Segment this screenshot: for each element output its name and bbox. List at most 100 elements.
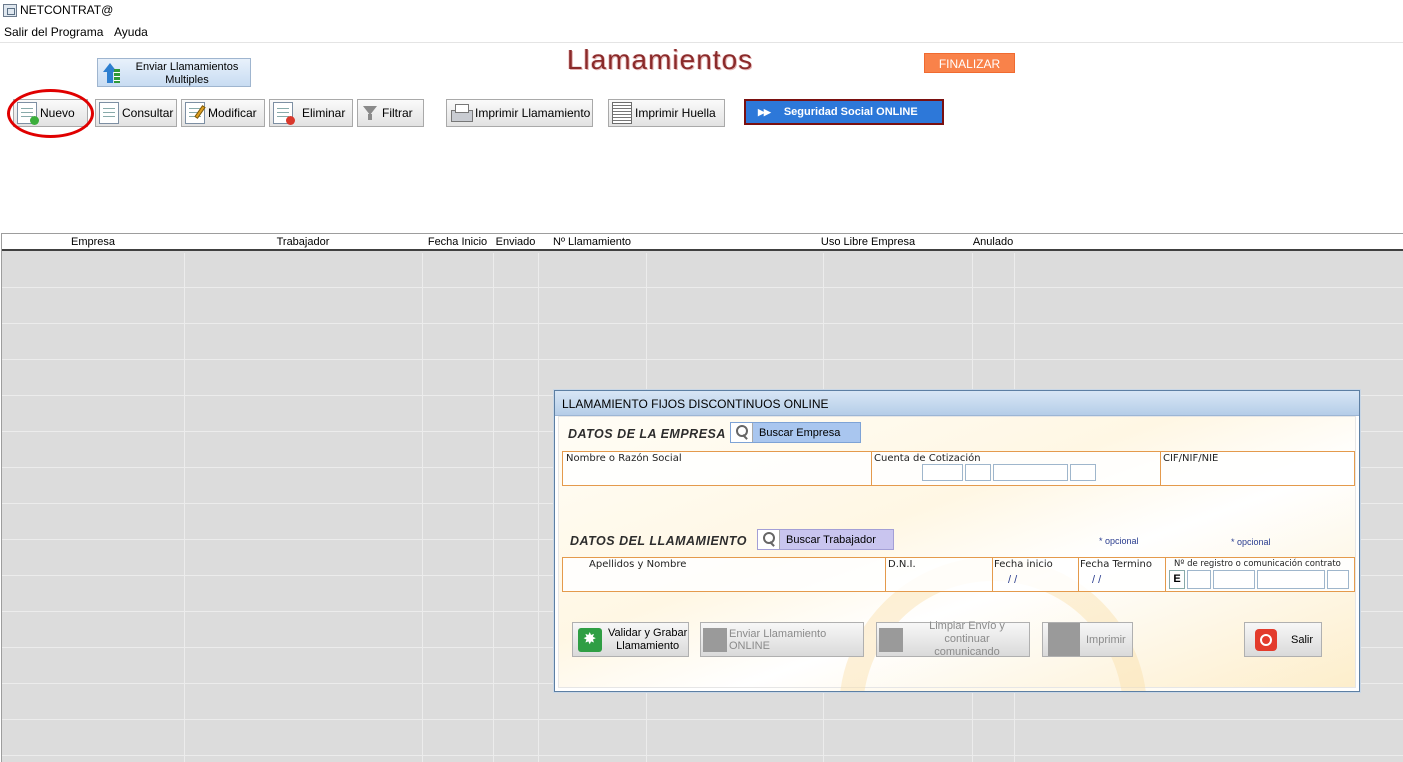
llamamiento-fields: Apellidos y Nombre D.N.I. Fecha inicio /… bbox=[562, 557, 1355, 592]
table-column-divider bbox=[184, 253, 185, 762]
apellidos-nombre-label: Apellidos y Nombre bbox=[589, 559, 687, 570]
menu-ayuda[interactable]: Ayuda bbox=[114, 25, 148, 39]
limpiar-envio-button[interactable]: Limpiar Envío y continuar comunicando bbox=[876, 620, 1030, 658]
table-row-divider bbox=[2, 719, 1403, 720]
nombre-razon-social-label: Nombre o Razón Social bbox=[566, 453, 682, 464]
buscar-empresa-button[interactable]: Buscar Empresa bbox=[730, 422, 861, 443]
fecha-inicio-value: / / bbox=[1008, 574, 1018, 586]
validate-icon bbox=[578, 627, 602, 652]
finalizar-button[interactable]: FINALIZAR bbox=[924, 53, 1015, 73]
table-column-divider bbox=[538, 253, 539, 762]
table-row-divider bbox=[2, 755, 1403, 756]
llamamiento-section-title: DATOS DEL LLAMAMIENTO bbox=[570, 534, 747, 548]
delete-document-icon bbox=[273, 102, 295, 125]
seguridad-social-online-button[interactable]: ▶▶ Seguridad Social ONLINE bbox=[744, 99, 944, 125]
limpiar-label-line2: comunicando bbox=[934, 646, 1000, 658]
registro-part3-input[interactable] bbox=[1257, 570, 1325, 589]
llamamiento-dialog: LLAMAMIENTO FIJOS DISCONTINUOS ONLINE DA… bbox=[554, 390, 1360, 692]
dni-field[interactable]: D.N.I. bbox=[886, 558, 993, 591]
cuenta-dc-input[interactable] bbox=[1070, 464, 1096, 481]
eliminar-label: Eliminar bbox=[302, 106, 346, 120]
imprimir-llamamiento-button[interactable]: Imprimir Llamamiento bbox=[446, 99, 593, 127]
buscar-trabajador-label: Buscar Trabajador bbox=[786, 533, 876, 546]
list-icon bbox=[114, 69, 120, 83]
fecha-inicio-field[interactable]: Fecha inicio / / bbox=[993, 558, 1079, 591]
imprimir-button[interactable]: Imprimir bbox=[1042, 622, 1133, 657]
validar-grabar-button[interactable]: Validar y Grabar Llamamiento bbox=[572, 622, 689, 657]
send-multiple-label-line1: Enviar Llamamientos bbox=[135, 61, 239, 73]
cuenta-numero-input[interactable] bbox=[993, 464, 1068, 481]
enviar-llamamiento-online-button[interactable]: Enviar Llamamiento ONLINE bbox=[700, 622, 864, 657]
send-multiple-label-line2: Multiples bbox=[165, 74, 209, 86]
cuenta-cotizacion-field: Cuenta de Cotización bbox=[872, 452, 1161, 485]
table-row-divider bbox=[2, 287, 1403, 288]
consultar-label: Consultar bbox=[122, 106, 174, 120]
column-header-enviado[interactable]: Enviado bbox=[493, 236, 538, 248]
filtrar-label: Filtrar bbox=[382, 106, 413, 120]
page-title: Llamamientos bbox=[566, 44, 754, 75]
fecha-termino-field[interactable]: Fecha Termino / / bbox=[1079, 558, 1166, 591]
column-header-fecha-inicio[interactable]: Fecha Inicio bbox=[422, 236, 493, 248]
empresa-fields: Nombre o Razón Social Cuenta de Cotizaci… bbox=[562, 451, 1355, 486]
table-row-divider bbox=[2, 323, 1403, 324]
app-icon bbox=[3, 4, 17, 17]
column-header-n-llamamiento[interactable]: Nº Llamamiento bbox=[538, 236, 646, 248]
registro-prefix: E bbox=[1169, 570, 1185, 589]
filtrar-button[interactable]: Filtrar bbox=[357, 99, 424, 127]
double-arrow-icon: ▶▶ bbox=[758, 106, 771, 117]
dialog-body: DATOS DE LA EMPRESA Buscar Empresa Nombr… bbox=[558, 416, 1356, 691]
cuenta-regimen-input[interactable] bbox=[922, 464, 963, 481]
search-icon bbox=[758, 530, 780, 549]
fecha-termino-value: / / bbox=[1092, 574, 1102, 586]
imprimir-llamamiento-label: Imprimir Llamamiento bbox=[475, 106, 591, 120]
limpiar-label-line1: Limpiar Envío y continuar bbox=[929, 620, 1005, 645]
registro-part1-input[interactable] bbox=[1187, 570, 1211, 589]
nombre-razon-social-field[interactable]: Nombre o Razón Social bbox=[563, 452, 872, 485]
dialog-title: LLAMAMIENTO FIJOS DISCONTINUOS ONLINE bbox=[555, 391, 1359, 416]
buscar-empresa-label: Buscar Empresa bbox=[759, 426, 841, 439]
upload-arrow-icon bbox=[103, 63, 123, 85]
menu-bar: Salir del Programa Ayuda bbox=[0, 22, 1403, 42]
table-column-divider bbox=[493, 253, 494, 762]
registro-part4-input[interactable] bbox=[1327, 570, 1349, 589]
imprimir-huella-button[interactable]: Imprimir Huella bbox=[608, 99, 725, 127]
search-icon bbox=[731, 423, 753, 442]
clear-icon bbox=[879, 627, 903, 652]
cuenta-cotizacion-label: Cuenta de Cotización bbox=[874, 453, 981, 464]
column-header-trabajador[interactable]: Trabajador bbox=[184, 236, 422, 248]
send-multiple-calls-button[interactable]: Enviar Llamamientos Multiples bbox=[97, 58, 251, 87]
cuenta-provincia-input[interactable] bbox=[965, 464, 991, 481]
buscar-trabajador-button[interactable]: Buscar Trabajador bbox=[757, 529, 894, 550]
opcional-note-fecha-termino: * opcional bbox=[1099, 536, 1139, 546]
table-column-divider bbox=[422, 253, 423, 762]
window-titlebar: NETCONTRAT@ bbox=[0, 0, 1403, 22]
apellidos-nombre-field[interactable]: Apellidos y Nombre bbox=[563, 558, 886, 591]
fecha-inicio-label: Fecha inicio bbox=[994, 559, 1053, 570]
column-header-anulado[interactable]: Anulado bbox=[972, 236, 1014, 248]
menu-salir-del-programa[interactable]: Salir del Programa bbox=[4, 25, 103, 39]
edit-document-icon bbox=[185, 102, 206, 124]
printer-icon bbox=[449, 103, 473, 123]
column-header-empresa[interactable]: Empresa bbox=[2, 236, 184, 248]
window-title: NETCONTRAT@ bbox=[20, 3, 114, 17]
cif-nif-nie-label: CIF/NIF/NIE bbox=[1163, 453, 1219, 464]
fecha-termino-label: Fecha Termino bbox=[1080, 559, 1152, 570]
column-header-uso-libre-empresa[interactable]: Uso Libre Empresa bbox=[776, 236, 960, 248]
eliminar-button[interactable]: Eliminar bbox=[269, 99, 353, 127]
modificar-button[interactable]: Modificar bbox=[181, 99, 265, 127]
highlight-annotation bbox=[7, 89, 94, 138]
imprimir-label: Imprimir bbox=[1086, 633, 1126, 646]
salir-label: Salir bbox=[1291, 633, 1314, 646]
cif-nif-nie-field[interactable]: CIF/NIF/NIE bbox=[1161, 452, 1354, 485]
seguridad-social-label: Seguridad Social ONLINE bbox=[783, 106, 918, 118]
consultar-button[interactable]: Consultar bbox=[95, 99, 177, 127]
print-icon bbox=[1048, 623, 1080, 656]
power-icon bbox=[1255, 628, 1277, 651]
validar-label-line2: Llamamiento bbox=[616, 639, 680, 652]
table-row-divider bbox=[2, 359, 1403, 360]
registro-part2-input[interactable] bbox=[1213, 570, 1255, 589]
registro-contrato-field: Nº de registro o comunicación contrato E bbox=[1166, 558, 1354, 591]
filter-icon bbox=[362, 104, 378, 122]
salir-button[interactable]: Salir bbox=[1244, 622, 1322, 657]
opcional-note-registro: * opcional bbox=[1231, 537, 1271, 547]
